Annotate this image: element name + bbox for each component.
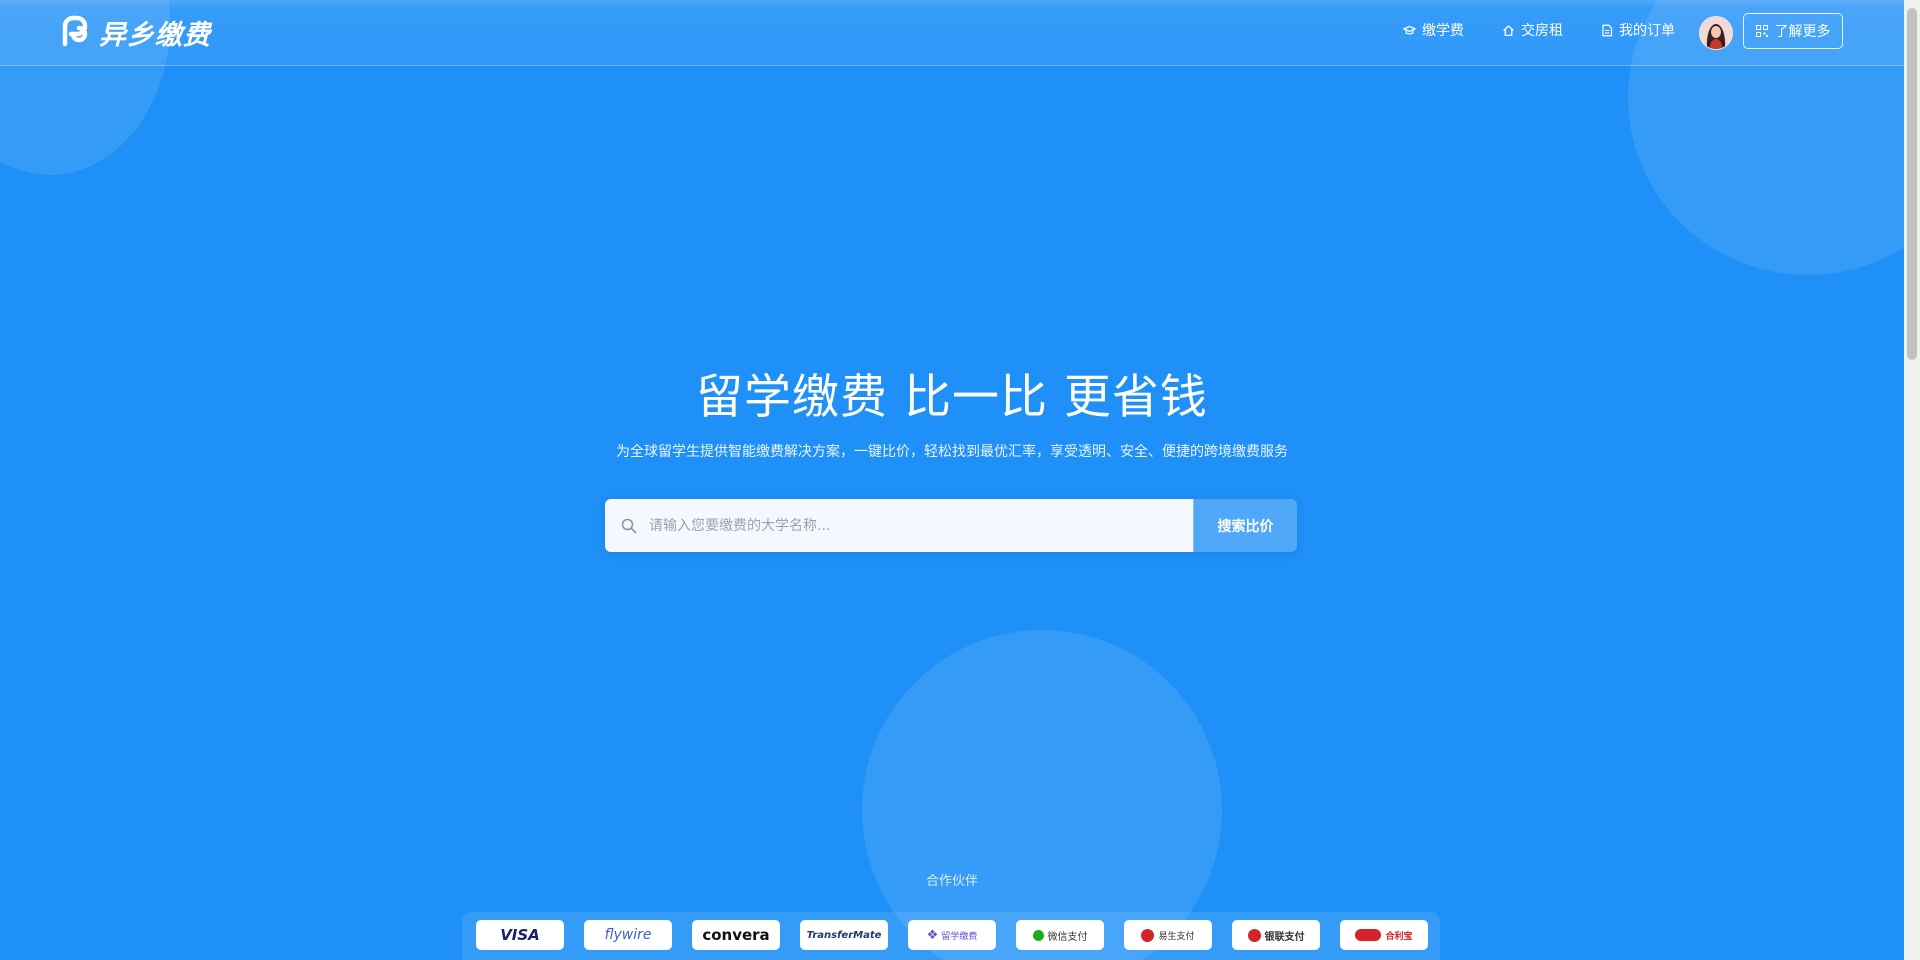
partner-name: VISA <box>500 926 540 944</box>
nav-item-orders[interactable]: 我的订单 <box>1601 20 1675 40</box>
unionpay-icon <box>1247 928 1261 942</box>
partner-logo-wechat-pay[interactable]: 微信支付 <box>1016 920 1104 950</box>
search-field <box>605 499 1193 552</box>
graduation-cap-icon <box>1403 25 1416 35</box>
partner-logo-visa[interactable]: VISA <box>476 920 564 950</box>
partner-name: 易生支付 <box>1158 931 1195 942</box>
qr-code-icon <box>1755 25 1768 37</box>
user-photo <box>1700 17 1732 49</box>
search-compare-button[interactable]: 搜索比价 <box>1193 499 1297 552</box>
nav-item-label: 我的订单 <box>1619 23 1675 39</box>
nav-item-rent[interactable]: 交房租 <box>1502 20 1563 40</box>
search-icon <box>621 518 637 533</box>
partners-strip: VISA flywire convera TransferMate ❖ 留学缴费… <box>462 912 1440 960</box>
wechat-pay-icon <box>1032 929 1044 941</box>
partner-name: TransferMate <box>806 929 882 941</box>
avatar[interactable] <box>1699 16 1733 50</box>
home-icon <box>1503 24 1514 36</box>
partners-label: 合作伙伴 <box>925 874 978 889</box>
nav-item-label: 交房租 <box>1521 23 1563 39</box>
logo-text: 异乡缴费 <box>99 19 211 51</box>
learn-more-label: 了解更多 <box>1774 24 1831 40</box>
page-scrollbar[interactable] <box>1904 0 1920 960</box>
search-input[interactable] <box>647 516 1171 535</box>
helibao-icon <box>1355 929 1382 941</box>
top-navbar: 异乡缴费 缴学费 交房租 我的订单 了解更多 <box>0 0 1904 66</box>
search-box: 搜索比价 <box>605 499 1297 552</box>
partner-logo-easy-pay[interactable]: 易生支付 <box>1124 920 1212 950</box>
scrollbar-thumb[interactable] <box>1907 8 1917 360</box>
partner-name: 合利宝 <box>1385 931 1413 942</box>
hero-subtitle: 为全球留学生提供智能缴费解决方案，一键比价，轻松找到最优汇率，享受透明、安全、便… <box>616 444 1288 460</box>
hero-title: 留学缴费 比一比 更省钱 <box>696 370 1208 425</box>
nav-item-tuition[interactable]: 缴学费 <box>1403 20 1464 40</box>
easy-pay-icon <box>1141 928 1155 942</box>
partner-logo-flywire[interactable]: flywire <box>584 920 672 950</box>
nav-links: 缴学费 交房租 我的订单 <box>1403 20 1713 40</box>
decorative-circle <box>862 630 1222 960</box>
logo[interactable]: 异乡缴费 <box>57 13 211 51</box>
partner-logo-helibao[interactable]: 合利宝 <box>1340 920 1428 950</box>
partner-logo-convera[interactable]: convera <box>692 920 780 950</box>
partner-logo-unionpay[interactable]: 银联支付 <box>1232 920 1320 950</box>
learn-more-button[interactable]: 了解更多 <box>1743 13 1843 49</box>
partner-name: 微信支付 <box>1047 931 1088 943</box>
nav-item-label: 缴学费 <box>1422 23 1464 39</box>
document-icon <box>1602 24 1613 36</box>
logo-icon <box>62 15 88 47</box>
partner-logo-study-payment[interactable]: ❖ 留学缴费 <box>908 920 996 950</box>
partner-name: convera <box>702 926 770 944</box>
partner-logo-transfermate[interactable]: TransferMate <box>800 920 888 950</box>
partner-name: flywire <box>604 927 652 943</box>
partner-mark-icon: ❖ <box>926 927 939 943</box>
partner-name: 留学缴费 <box>941 931 978 942</box>
partner-name: 银联支付 <box>1264 931 1305 943</box>
